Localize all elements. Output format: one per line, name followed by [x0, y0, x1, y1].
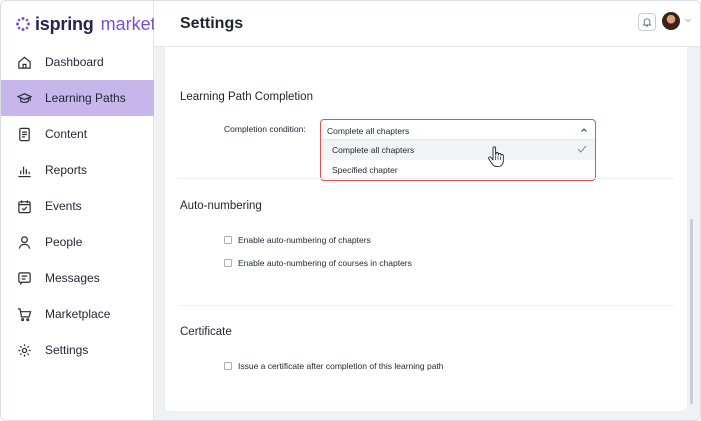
checkbox-row-certificate[interactable]: Issue a certificate after completion of … [224, 361, 444, 371]
sidebar-item-label: Settings [45, 343, 89, 357]
message-icon [18, 271, 31, 285]
hand-pointer-icon [488, 146, 504, 168]
checkbox-label: Enable auto-numbering of chapters [238, 235, 371, 245]
home-icon [18, 56, 31, 69]
sidebar-item-label: Marketplace [45, 307, 111, 321]
dropdown-option-specified-chapter[interactable]: Specified chapter [321, 160, 595, 180]
sidebar-item-reports[interactable]: Reports [1, 152, 154, 188]
graduation-cap-icon [17, 92, 32, 103]
sidebar-item-dashboard[interactable]: Dashboard [1, 44, 154, 80]
calendar-check-icon [18, 199, 31, 213]
checkbox-row-number-chapters[interactable]: Enable auto-numbering of chapters [224, 235, 371, 245]
section-divider [179, 305, 674, 306]
person-icon [18, 235, 31, 249]
app-window: ispring market Dashboard Learning Paths C… [0, 0, 701, 421]
document-icon [19, 127, 30, 141]
check-icon [577, 145, 587, 153]
sidebar-item-label: Dashboard [45, 55, 104, 69]
option-label: Complete all chapters [332, 145, 415, 155]
bell-icon [642, 18, 652, 27]
section-divider [179, 178, 674, 179]
checkbox-label: Issue a certificate after completion of … [238, 361, 444, 371]
completion-condition-dropdown[interactable]: Complete all chapters Complete all chapt… [320, 119, 596, 181]
sidebar-item-messages[interactable]: Messages [1, 260, 154, 296]
checkbox-row-number-courses[interactable]: Enable auto-numbering of courses in chap… [224, 258, 412, 268]
checkbox[interactable] [224, 259, 232, 267]
sidebar-item-events[interactable]: Events [1, 188, 154, 224]
dropdown-selected-value: Complete all chapters [327, 126, 410, 136]
sidebar-item-marketplace[interactable]: Marketplace [1, 296, 154, 332]
top-bar: Settings [154, 1, 700, 47]
section-title-auto-numbering: Auto-numbering [180, 200, 262, 212]
bar-chart-icon [18, 166, 31, 177]
dropdown-option-complete-all-chapters[interactable]: Complete all chapters [321, 140, 595, 160]
gear-icon [18, 343, 31, 357]
sidebar-item-label: Learning Paths [45, 91, 126, 105]
section-title-certificate: Certificate [180, 326, 232, 338]
scrollbar[interactable] [690, 219, 693, 404]
sidebar-item-label: Events [45, 199, 82, 213]
sidebar-item-label: Messages [45, 271, 100, 285]
chevron-up-icon[interactable] [580, 126, 588, 134]
page-title: Settings [180, 15, 244, 32]
sidebar-item-learning-paths[interactable]: Learning Paths [1, 80, 154, 116]
sidebar-item-label: Content [45, 127, 88, 141]
sidebar: ispring market Dashboard Learning Paths C… [1, 1, 156, 420]
sidebar-item-settings[interactable]: Settings [1, 332, 154, 368]
sidebar-item-people[interactable]: People [1, 224, 154, 260]
ispring-logo-icon [16, 17, 30, 31]
main-area: Learning Path Completion Completion cond… [154, 47, 700, 420]
settings-card: Learning Path Completion Completion cond… [165, 47, 693, 411]
checkbox[interactable] [224, 362, 232, 370]
cart-icon [17, 307, 32, 321]
brand-name-part1: ispring [35, 13, 94, 34]
avatar[interactable] [662, 12, 680, 30]
brand-logo[interactable]: ispring market [15, 14, 156, 34]
sidebar-item-label: Reports [45, 163, 88, 177]
sidebar-item-label: People [45, 235, 83, 249]
section-title-completion: Learning Path Completion [180, 91, 313, 103]
notifications-button[interactable] [638, 13, 656, 31]
sidebar-item-content[interactable]: Content [1, 116, 154, 152]
chevron-down-icon[interactable] [684, 16, 692, 24]
option-label: Specified chapter [332, 165, 398, 175]
completion-condition-label: Completion condition: [224, 124, 306, 134]
brand-name-part2: market [100, 13, 156, 34]
sidebar-nav: Dashboard Learning Paths Content Reports… [1, 44, 154, 368]
checkbox-label: Enable auto-numbering of courses in chap… [238, 258, 412, 268]
checkbox[interactable] [224, 236, 232, 244]
